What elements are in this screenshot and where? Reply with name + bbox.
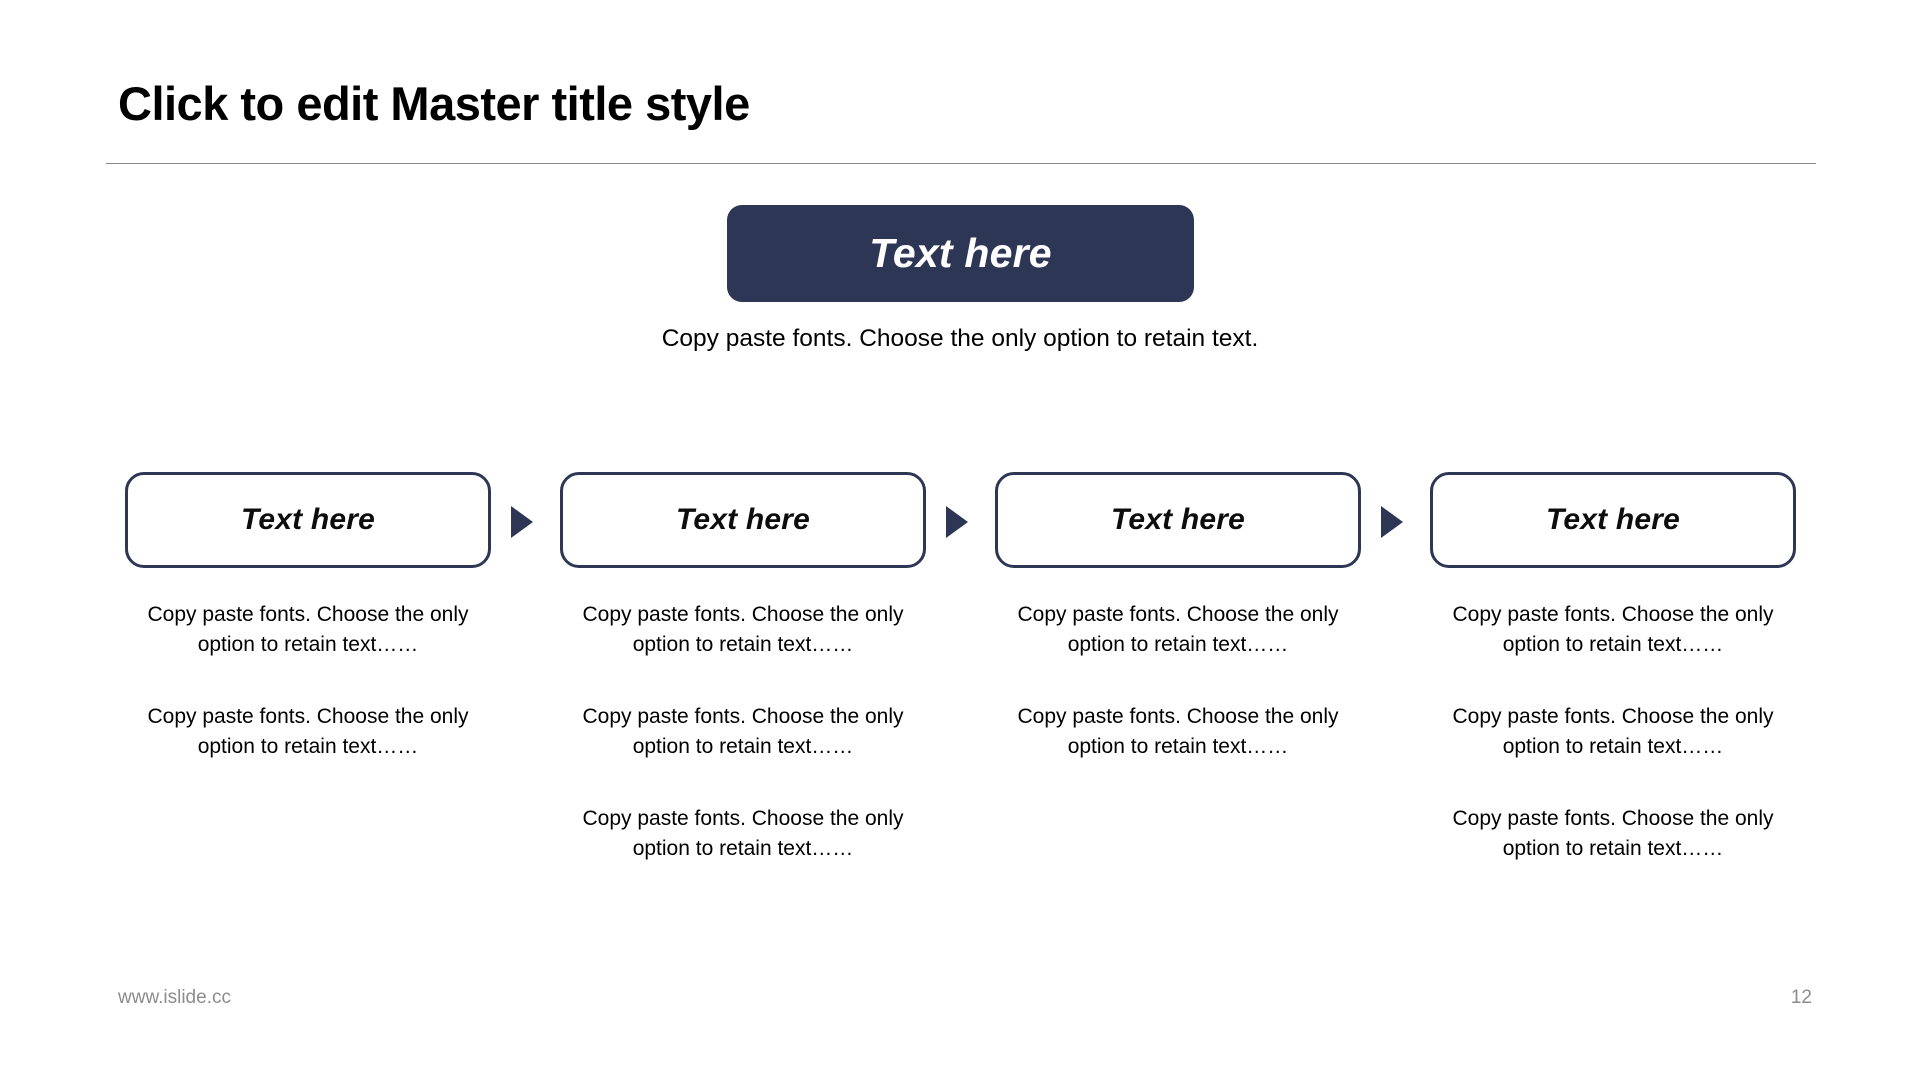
process-step-4-label: Text here xyxy=(1545,503,1681,536)
triangle-right-icon xyxy=(511,506,533,538)
process-step-2-label: Text here xyxy=(675,503,811,536)
page-number: 12 xyxy=(1790,987,1812,1008)
body-column-1: Copy paste fonts. Choose the only option… xyxy=(118,600,498,804)
headline-subtitle[interactable]: Copy paste fonts. Choose the only option… xyxy=(0,323,1920,355)
process-step-1-label: Text here xyxy=(240,503,376,536)
triangle-right-icon xyxy=(1381,506,1403,538)
body-paragraph[interactable]: Copy paste fonts. Choose the only option… xyxy=(118,600,498,661)
body-paragraph[interactable]: Copy paste fonts. Choose the only option… xyxy=(553,702,933,763)
process-step-3[interactable]: Text here xyxy=(995,472,1361,568)
body-paragraph[interactable]: Copy paste fonts. Choose the only option… xyxy=(1423,600,1803,661)
triangle-right-icon xyxy=(946,506,968,538)
headline-badge-label: Text here xyxy=(869,230,1052,276)
headline-badge[interactable]: Text here xyxy=(727,205,1194,302)
process-step-4[interactable]: Text here xyxy=(1430,472,1796,568)
body-column-4: Copy paste fonts. Choose the only option… xyxy=(1423,600,1803,906)
body-column-2: Copy paste fonts. Choose the only option… xyxy=(553,600,933,906)
process-row: Text here Text here Text here Text here xyxy=(0,472,1920,568)
body-paragraph[interactable]: Copy paste fonts. Choose the only option… xyxy=(988,702,1368,763)
body-column-3: Copy paste fonts. Choose the only option… xyxy=(988,600,1368,804)
process-step-3-label: Text here xyxy=(1110,503,1246,536)
body-paragraph[interactable]: Copy paste fonts. Choose the only option… xyxy=(1423,702,1803,763)
footer-url[interactable]: www.islide.cc xyxy=(118,987,231,1009)
body-paragraph[interactable]: Copy paste fonts. Choose the only option… xyxy=(553,804,933,865)
body-paragraph[interactable]: Copy paste fonts. Choose the only option… xyxy=(553,600,933,661)
page-title[interactable]: Click to edit Master title style xyxy=(118,78,750,130)
body-paragraph[interactable]: Copy paste fonts. Choose the only option… xyxy=(1423,804,1803,865)
process-step-1[interactable]: Text here xyxy=(125,472,491,568)
body-paragraph[interactable]: Copy paste fonts. Choose the only option… xyxy=(118,702,498,763)
process-step-2[interactable]: Text here xyxy=(560,472,926,568)
title-divider xyxy=(106,163,1816,164)
body-paragraph[interactable]: Copy paste fonts. Choose the only option… xyxy=(988,600,1368,661)
